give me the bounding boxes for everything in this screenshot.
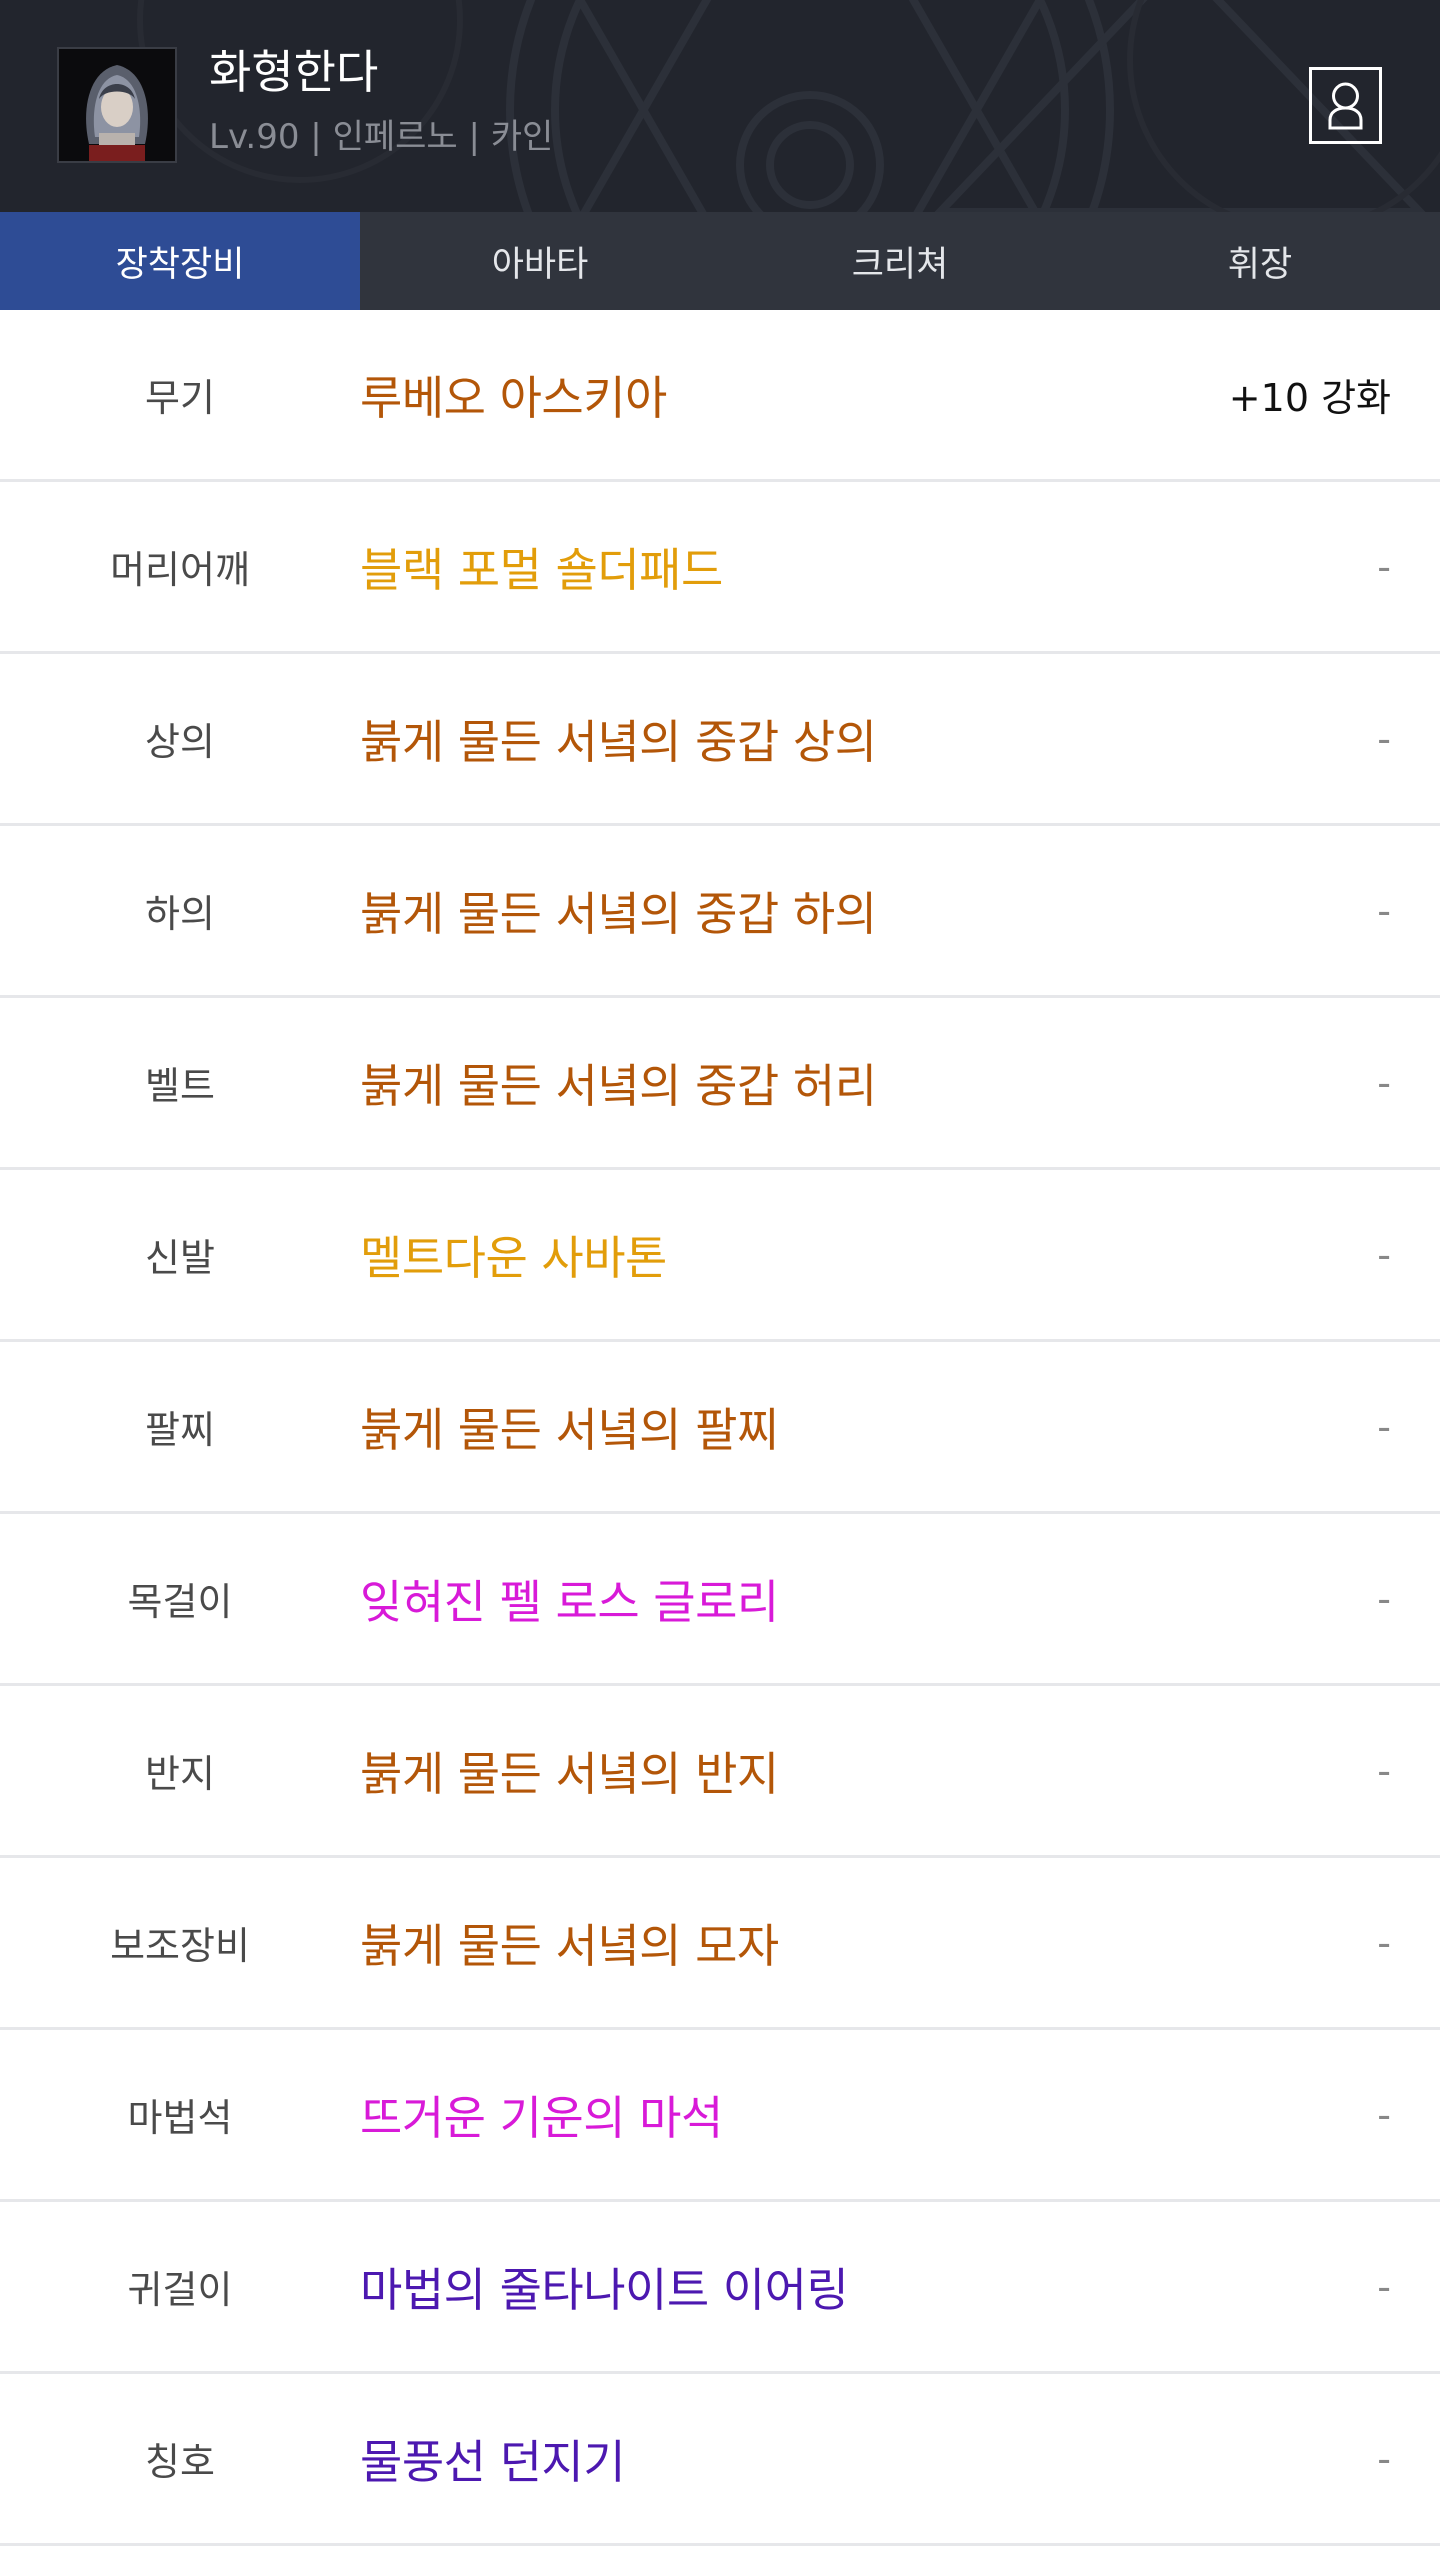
person-icon	[1328, 82, 1363, 130]
item-name: 마법의 줄타나이트 이어링	[360, 2262, 849, 2317]
item-name: 멜트다운 사바톤	[360, 1230, 667, 1285]
enhance-value: -	[1377, 544, 1391, 589]
magic-circle-background	[137, 0, 1440, 212]
tab-insignia[interactable]: 휘장	[1080, 212, 1440, 310]
equipment-list: 무기 루베오 아스키아 +10 강화 머리어깨 블랙 포멀 숄더패드 - 상의 …	[0, 310, 1440, 2546]
tab-creature[interactable]: 크리쳐	[720, 212, 1080, 310]
item-name: 잊혀진 펠 로스 글로리	[360, 1574, 779, 1629]
slot-label: 팔찌	[145, 1408, 215, 1452]
equip-row-bracelet[interactable]: 팔찌 붉게 물든 서녘의 팔찌 -	[0, 1342, 1440, 1514]
slot-label: 상의	[145, 720, 215, 764]
enhance-value: -	[1377, 1404, 1391, 1449]
tab-label: 아바타	[491, 244, 589, 285]
slot-label: 하의	[145, 892, 215, 936]
slot-label: 신발	[145, 1236, 215, 1280]
equip-row-shoes[interactable]: 신발 멜트다운 사바톤 -	[0, 1170, 1440, 1342]
item-name: 붉게 물든 서녘의 중갑 상의	[360, 714, 877, 769]
item-name: 붉게 물든 서녘의 모자	[360, 1918, 779, 1973]
profile-button[interactable]	[1309, 67, 1382, 144]
slot-label: 마법석	[127, 2096, 233, 2140]
equip-row-weapon[interactable]: 무기 루베오 아스키아 +10 강화	[0, 310, 1440, 482]
equip-row-top[interactable]: 상의 붉게 물든 서녘의 중갑 상의 -	[0, 654, 1440, 826]
slot-label: 칭호	[145, 2440, 215, 2484]
equip-row-ring[interactable]: 반지 붉게 물든 서녘의 반지 -	[0, 1686, 1440, 1858]
equip-row-belt[interactable]: 벨트 붉게 물든 서녘의 중갑 허리 -	[0, 998, 1440, 1170]
item-name: 붉게 물든 서녘의 팔찌	[360, 1402, 779, 1457]
slot-label: 머리어깨	[110, 548, 250, 592]
enhance-value: -	[1377, 2092, 1391, 2137]
enhance-value: -	[1377, 1060, 1391, 1105]
enhance-value: +10 강화	[1228, 376, 1391, 420]
character-avatar	[57, 47, 177, 163]
item-name: 블랙 포멀 숄더패드	[360, 542, 723, 597]
enhance-value: -	[1377, 2436, 1391, 2481]
enhance-value: -	[1377, 2264, 1391, 2309]
slot-label: 목걸이	[127, 1580, 233, 1624]
slot-label: 반지	[145, 1752, 215, 1796]
item-name: 붉게 물든 서녘의 중갑 하의	[360, 886, 877, 941]
enhance-value: -	[1377, 1232, 1391, 1277]
equip-row-sub-equipment[interactable]: 보조장비 붉게 물든 서녘의 모자 -	[0, 1858, 1440, 2030]
tab-label: 크리쳐	[851, 244, 949, 285]
slot-label: 무기	[145, 376, 215, 420]
equipment-tabs: 장착장비 아바타 크리쳐 휘장	[0, 212, 1440, 310]
slot-label: 보조장비	[110, 1924, 250, 1968]
character-info: Lv.90 | 인페르노 | 카인	[209, 117, 554, 157]
tab-label: 장착장비	[115, 244, 245, 285]
equip-row-necklace[interactable]: 목걸이 잊혀진 펠 로스 글로리 -	[0, 1514, 1440, 1686]
character-name: 화형한다	[209, 45, 379, 99]
slot-label: 벨트	[145, 1064, 215, 1108]
enhance-value: -	[1377, 1748, 1391, 1793]
tab-avatar[interactable]: 아바타	[360, 212, 720, 310]
equip-row-bottom[interactable]: 하의 붉게 물든 서녘의 중갑 하의 -	[0, 826, 1440, 998]
equip-row-earring[interactable]: 귀걸이 마법의 줄타나이트 이어링 -	[0, 2202, 1440, 2374]
equip-row-title[interactable]: 칭호 물풍선 던지기 -	[0, 2374, 1440, 2546]
item-name: 뜨거운 기운의 마석	[360, 2090, 723, 2145]
character-header: 화형한다 Lv.90 | 인페르노 | 카인	[0, 0, 1440, 212]
enhance-value: -	[1377, 1576, 1391, 1621]
equip-row-head-shoulder[interactable]: 머리어깨 블랙 포멀 숄더패드 -	[0, 482, 1440, 654]
enhance-value: -	[1377, 1920, 1391, 1965]
enhance-value: -	[1377, 888, 1391, 933]
character-portrait-icon	[59, 49, 175, 161]
enhance-value: -	[1377, 716, 1391, 761]
item-name: 물풍선 던지기	[360, 2434, 626, 2489]
tab-equipped-gear[interactable]: 장착장비	[0, 212, 360, 310]
item-name: 붉게 물든 서녘의 중갑 허리	[360, 1058, 877, 1113]
equip-row-magic-stone[interactable]: 마법석 뜨거운 기운의 마석 -	[0, 2030, 1440, 2202]
tab-label: 휘장	[1227, 244, 1293, 285]
slot-label: 귀걸이	[127, 2268, 233, 2312]
item-name: 붉게 물든 서녘의 반지	[360, 1746, 779, 1801]
